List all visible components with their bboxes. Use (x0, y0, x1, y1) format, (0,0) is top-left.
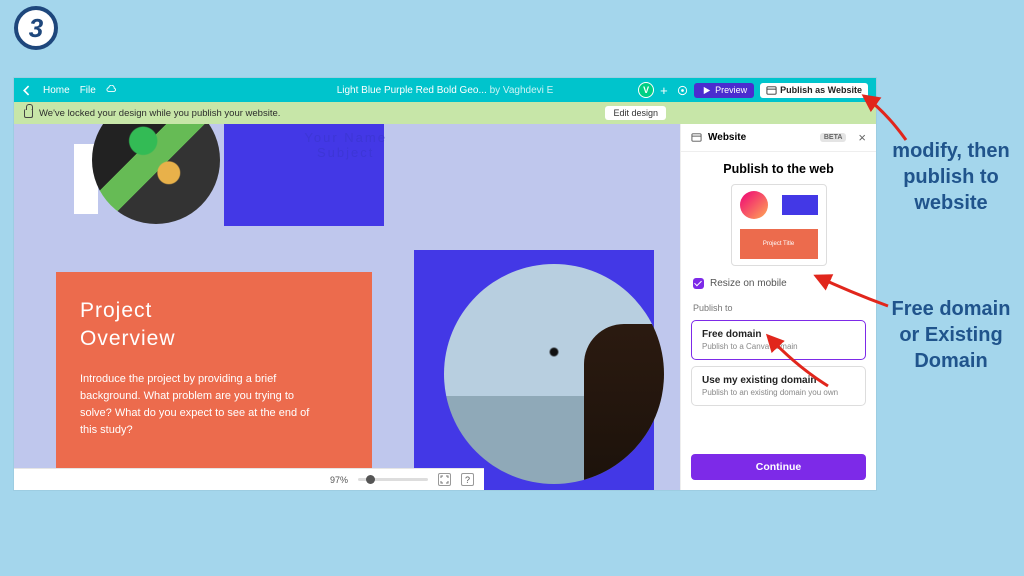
publish-to-label: Publish to (681, 297, 876, 317)
publish-as-website-button[interactable]: Publish as Website (760, 83, 868, 98)
document-title: Light Blue Purple Red Bold Geo... by Vag… (337, 85, 554, 96)
canvas-footer: 97% ? (14, 468, 484, 490)
header-text: Your Name Subject (304, 130, 387, 160)
overview-title: Project Overview (80, 298, 348, 355)
decor-image-circle (92, 124, 220, 224)
beta-badge: BETA (820, 133, 847, 142)
step-badge: 3 (14, 6, 58, 50)
app-window: Home File Light Blue Purple Red Bold Geo… (14, 78, 876, 490)
cloud-status-icon (106, 85, 117, 96)
overview-card: Project Overview Introduce the project b… (56, 272, 372, 486)
file-menu[interactable]: File (80, 85, 96, 96)
top-menu-bar: Home File Light Blue Purple Red Bold Geo… (14, 78, 876, 102)
help-button[interactable]: ? (461, 473, 474, 486)
notice-text: We've locked your design while you publi… (39, 108, 280, 119)
zoom-value: 97% (330, 475, 348, 485)
resize-mobile-checkbox[interactable] (693, 278, 704, 289)
back-icon[interactable] (22, 85, 33, 96)
option-free-domain[interactable]: Free domain Publish to a Canva domain (691, 320, 866, 360)
avatar[interactable]: V (638, 82, 654, 98)
present-icon[interactable] (677, 85, 688, 96)
preview-button[interactable]: Preview (694, 83, 754, 98)
publish-panel: Website BETA × Publish to the web Projec… (680, 124, 876, 490)
panel-tab-label: Website (708, 132, 746, 143)
site-preview-thumbnail: Project Title (731, 184, 827, 266)
edit-design-button[interactable]: Edit design (605, 106, 666, 120)
zoom-slider[interactable] (358, 478, 428, 481)
continue-button[interactable]: Continue (691, 454, 866, 480)
fullscreen-button[interactable] (438, 473, 451, 486)
annotation-text: Free domain or Existing Domain (884, 296, 1018, 374)
overview-body: Introduce the project by providing a bri… (80, 371, 320, 439)
decor-image-circle (444, 264, 664, 484)
close-panel-button[interactable]: × (858, 130, 866, 145)
design-canvas[interactable]: Your Name Subject Project Overview Intro… (14, 124, 680, 490)
lock-icon (24, 109, 33, 118)
home-link[interactable]: Home (43, 85, 70, 96)
locked-notice-bar: We've locked your design while you publi… (14, 102, 876, 124)
website-icon (691, 132, 702, 143)
add-member-icon[interactable]: + (660, 85, 671, 96)
annotation-text: modify, then publish to website (884, 138, 1018, 216)
panel-title: Publish to the web (681, 152, 876, 184)
resize-mobile-label: Resize on mobile (710, 278, 787, 289)
option-existing-domain[interactable]: Use my existing domain Publish to an exi… (691, 366, 866, 406)
